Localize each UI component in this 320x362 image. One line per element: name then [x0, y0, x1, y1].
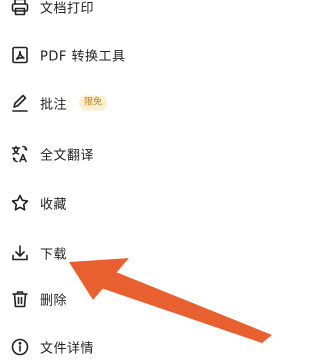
- menu-item-label: 收藏: [40, 197, 68, 213]
- menu-item-delete[interactable]: 删除: [0, 276, 282, 322]
- trash-icon: [10, 289, 30, 309]
- menu-item-label: 文档打印: [40, 1, 95, 17]
- star-icon: [10, 193, 30, 213]
- pdf-icon: [10, 45, 30, 65]
- info-icon: [10, 337, 30, 357]
- file-action-menu: 文档打印 PDF 转换工具 批注 限免 全文翻译 收藏 下载 删除 文件详情: [0, 0, 282, 362]
- menu-item-label: 下载: [40, 247, 68, 263]
- menu-item-annotate[interactable]: 批注 限免: [0, 80, 282, 126]
- menu-item-label: 全文翻译: [40, 148, 95, 164]
- pen-icon: [10, 93, 30, 113]
- menu-item-label: 删除: [40, 293, 68, 309]
- menu-item-favorite[interactable]: 收藏: [0, 180, 282, 226]
- menu-item-label: 文件详情: [40, 341, 95, 357]
- translate-icon: [10, 144, 30, 164]
- printer-icon: [10, 0, 30, 17]
- menu-item-pdf-tools[interactable]: PDF 转换工具: [0, 32, 282, 78]
- menu-item-label: PDF 转换工具: [40, 49, 126, 65]
- menu-item-file-details[interactable]: 文件详情: [0, 324, 282, 362]
- menu-item-label: 批注: [40, 97, 68, 113]
- menu-item-print[interactable]: 文档打印: [0, 0, 282, 30]
- menu-item-translate[interactable]: 全文翻译: [0, 131, 282, 177]
- free-limited-badge: 限免: [79, 95, 108, 111]
- download-icon: [10, 243, 30, 263]
- menu-item-download[interactable]: 下载: [0, 230, 282, 276]
